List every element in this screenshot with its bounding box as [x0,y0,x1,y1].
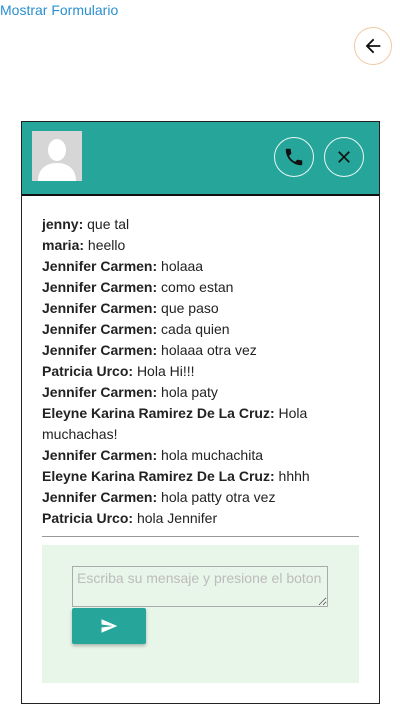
send-button[interactable] [72,608,146,644]
message-sender: Jennifer Carmen: [42,342,158,358]
message-sender: Eleyne Karina Ramirez De La Cruz: [42,468,275,484]
message-text: que tal [87,216,130,232]
message-text: hola patty otra vez [161,489,276,505]
avatar [32,131,82,181]
message-sender: Jennifer Carmen: [42,384,158,400]
send-icon [101,619,118,633]
message-text: Hola Hi!!! [136,363,195,379]
message-sender: Jennifer Carmen: [42,279,158,295]
message-sender: Jennifer Carmen: [42,321,158,337]
message: Jennifer Carmen: como estan [42,277,362,298]
message-text: holaaa [161,258,204,274]
close-icon [338,151,350,163]
message-list: jenny: que tal maria: heello Jennifer Ca… [42,214,362,529]
close-chat-button[interactable] [324,137,364,177]
message: Jennifer Carmen: hola paty [42,382,362,403]
message-text: holaaa otra vez [161,342,257,358]
chat-window: jenny: que tal maria: heello Jennifer Ca… [21,121,380,704]
message: Jennifer Carmen: holaaa otra vez [42,340,362,361]
message-text: cada quien [161,321,230,337]
message: Jennifer Carmen: holaaa [42,256,362,277]
message: Jennifer Carmen: hola patty otra vez [42,487,362,508]
message-input[interactable] [72,566,328,607]
message: Eleyne Karina Ramirez De La Cruz: hhhh [42,466,362,487]
message: Jennifer Carmen: cada quien [42,319,362,340]
message-sender: Patricia Urco: [42,510,134,526]
message-text: como estan [161,279,234,295]
user-silhouette-icon [32,131,82,181]
message-sender: maria: [42,237,85,253]
message-text: hhhh [278,468,310,484]
message-text: hola Jennifer [136,510,218,526]
show-form-link[interactable]: Mostrar Formulario [0,2,118,18]
message-sender: jenny: [42,216,84,232]
back-button[interactable] [354,27,392,65]
message: jenny: que tal [42,214,362,235]
message-composer [42,545,359,683]
arrow-left-icon [365,38,381,54]
message: Eleyne Karina Ramirez De La Cruz: Hola m… [42,403,362,445]
message-sender: Jennifer Carmen: [42,489,158,505]
page: Mostrar Formulario jenny: que tal maria:… [0,0,400,724]
chat-header [22,122,379,196]
message-sender: Eleyne Karina Ramirez De La Cruz: [42,405,275,421]
message-sender: Patricia Urco: [42,363,134,379]
message: maria: heello [42,235,362,256]
call-button[interactable] [274,137,314,177]
message-sender: Jennifer Carmen: [42,300,158,316]
message-text: heello [87,237,126,253]
message-sender: Jennifer Carmen: [42,447,158,463]
message: Patricia Urco: Hola Hi!!! [42,361,362,382]
message-text: hola muchachita [161,447,263,463]
message-text: que paso [161,300,219,316]
phone-icon [285,148,303,166]
divider [42,536,359,537]
message-sender: Jennifer Carmen: [42,258,158,274]
message: Jennifer Carmen: que paso [42,298,362,319]
message: Jennifer Carmen: hola muchachita [42,445,362,466]
message-text: hola paty [161,384,218,400]
message: Patricia Urco: hola Jennifer [42,508,362,529]
